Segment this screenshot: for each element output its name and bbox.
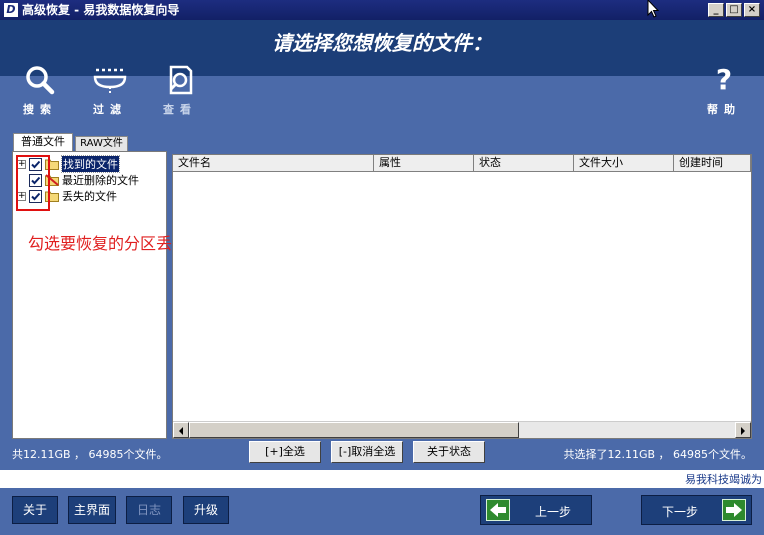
app-window: D 高级恢复 - 易我数据恢复向导 _ □ × 请选择您想恢复的文件： 搜索 过… [0,0,764,535]
brand-text: 易我科技竭诚为 [685,473,762,486]
upgrade-button[interactable]: 升级 [183,496,229,524]
scroll-thumb[interactable] [189,422,519,438]
selected-status: 共选择了12.11GB ， 64985个文件。 [563,448,752,461]
arrow-right-icon [741,427,745,435]
highlight-box [16,155,50,211]
view-button[interactable]: 查看 [150,62,210,117]
window-controls: _ □ × [708,3,760,17]
tree-item-label: 丢失的文件 [62,190,117,203]
total-status: 共12.11GB ， 64985个文件。 [12,448,168,461]
horizontal-scrollbar[interactable] [173,421,751,438]
about-state-button[interactable]: 关于状态 [413,441,485,463]
maximize-button[interactable]: □ [726,3,742,17]
help-label: 帮助 [707,103,741,116]
tree-item-label: 找到的文件 [61,155,120,173]
app-icon: D [4,3,18,17]
window-title: 高级恢复 - 易我数据恢复向导 [22,3,180,17]
arrow-right-icon [722,499,746,521]
arrow-left-icon [179,427,183,435]
column-header-size[interactable]: 文件大小 [574,155,674,172]
about-button[interactable]: 关于 [12,496,58,524]
previous-label: 上一步 [535,505,572,519]
next-button[interactable]: 下一步 [641,495,752,525]
tree-item-label: 最近删除的文件 [62,174,139,187]
minimize-button[interactable]: _ [708,3,724,17]
select-all-button[interactable]: [+]全选 [249,441,321,463]
next-label: 下一步 [662,505,699,519]
brand-strip [0,470,764,488]
search-button[interactable]: 搜索 [10,62,70,117]
column-header-attributes[interactable]: 属性 [374,155,474,172]
help-icon: ? [715,63,733,96]
column-header-created[interactable]: 创建时间 [674,155,751,172]
file-list-header: 文件名 属性 状态 文件大小 创建时间 [173,155,751,172]
page-heading: 请选择您想恢复的文件： [272,31,492,55]
tab-raw-files[interactable]: RAW文件 [75,136,128,151]
search-label: 搜索 [23,103,57,116]
scroll-right-button[interactable] [735,422,751,438]
view-label: 查看 [163,103,197,116]
arrow-left-icon [486,499,510,521]
scroll-left-button[interactable] [173,422,189,438]
column-header-state[interactable]: 状态 [474,155,574,172]
help-button[interactable]: ? 帮助 [694,62,754,117]
main-menu-button[interactable]: 主界面 [68,496,116,524]
column-header-name[interactable]: 文件名 [173,155,374,172]
close-button[interactable]: × [744,3,760,17]
search-icon [26,66,55,95]
filter-button[interactable]: 过滤 [80,62,140,117]
previous-button[interactable]: 上一步 [480,495,592,525]
filter-icon [93,68,127,93]
mouse-cursor-icon [647,0,660,18]
filter-label: 过滤 [93,103,127,116]
file-list[interactable]: 文件名 属性 状态 文件大小 创建时间 [172,154,752,439]
tab-normal-files[interactable]: 普通文件 [13,133,73,151]
view-icon [169,65,193,95]
deselect-all-button[interactable]: [-]取消全选 [331,441,403,463]
log-button[interactable]: 日志 [126,496,172,524]
